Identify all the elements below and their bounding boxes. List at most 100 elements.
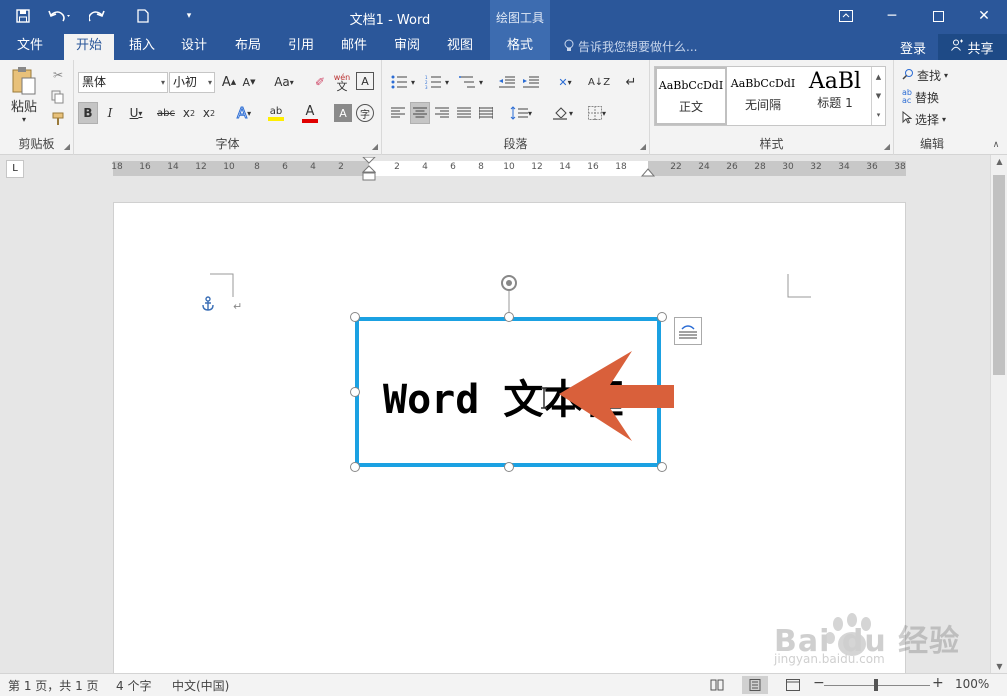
shading-icon[interactable]: ▾ — [548, 102, 578, 124]
shrink-font-icon[interactable]: A ▼ — [240, 72, 258, 92]
phonetic-guide-icon[interactable]: wén 文 — [332, 70, 352, 94]
maximize-icon[interactable] — [915, 0, 961, 32]
rotate-handle-icon[interactable] — [501, 275, 517, 291]
new-document-icon[interactable] — [128, 4, 158, 28]
tab-mailings[interactable]: 邮件 — [330, 34, 378, 60]
change-case-icon[interactable]: Aa ▾ — [268, 72, 300, 92]
text-box[interactable]: Word 文本框 — [355, 317, 661, 467]
page-count[interactable]: 第 1 页，共 1 页 — [8, 677, 99, 694]
justify-icon[interactable] — [454, 102, 474, 124]
sign-in-link[interactable]: 登录 — [900, 38, 926, 57]
tab-review[interactable]: 审阅 — [383, 34, 431, 60]
redo-icon[interactable] — [82, 4, 112, 28]
find-button[interactable]: 查找 ▾ — [902, 65, 964, 85]
borders-icon[interactable]: ▾ — [582, 102, 612, 124]
font-size-select[interactable]: 小初 ▾ — [169, 72, 215, 93]
tell-me-box[interactable]: 告诉我您想要做什么... — [564, 38, 697, 55]
select-button[interactable]: 选择 ▾ — [902, 109, 964, 129]
format-painter-icon[interactable] — [48, 109, 68, 129]
font-color-icon[interactable]: A — [296, 102, 324, 124]
ribbon-display-options-icon[interactable] — [823, 0, 869, 32]
tab-layout[interactable]: 布局 — [224, 34, 272, 60]
style-normal[interactable]: AaBbCcDdI 正文 — [655, 67, 727, 125]
close-icon[interactable]: ✕ — [961, 0, 1007, 32]
underline-button[interactable]: U ▾ — [122, 102, 150, 124]
style-heading-1[interactable]: AaBl 标题 1 — [799, 67, 871, 125]
collapse-ribbon-icon[interactable]: ∧ — [988, 138, 1004, 152]
align-left-icon[interactable] — [388, 102, 408, 124]
customize-qat-icon[interactable]: ▾ — [174, 4, 204, 28]
tab-format[interactable]: 格式 — [490, 34, 550, 60]
chevron-up-icon[interactable]: ▲ — [991, 157, 1007, 166]
tab-design[interactable]: 设计 — [170, 34, 218, 60]
bullets-icon[interactable]: ▾ — [388, 72, 418, 92]
chevron-down-icon[interactable]: ▼ — [991, 662, 1007, 671]
strikethrough-icon[interactable]: abc — [154, 102, 178, 124]
vertical-scrollbar[interactable]: ▲ ▼ — [990, 155, 1007, 673]
more-styles-icon[interactable]: ▾ — [877, 111, 881, 119]
text-effects-icon[interactable]: A ▾ — [230, 102, 258, 124]
paste-button[interactable]: 粘贴 ▾ — [6, 66, 42, 124]
zoom-in-button[interactable]: + — [932, 675, 944, 691]
tab-insert[interactable]: 插入 — [118, 34, 166, 60]
paste-label: 粘贴 — [10, 100, 37, 115]
chevron-down-icon[interactable]: ▼ — [876, 92, 881, 100]
read-mode-icon[interactable] — [704, 676, 730, 694]
dialog-launcher-icon[interactable]: ◢ — [640, 142, 646, 151]
language-indicator[interactable]: 中文(中国) — [172, 677, 229, 694]
tab-home[interactable]: 开始 — [64, 34, 114, 60]
enclose-characters-icon[interactable]: 字 — [356, 104, 374, 122]
right-indent-marker-icon[interactable] — [641, 168, 655, 178]
character-shading-icon[interactable]: A — [334, 104, 352, 122]
superscript-icon[interactable]: x2 — [200, 102, 218, 124]
cut-icon[interactable]: ✂ — [48, 65, 68, 85]
save-icon[interactable] — [8, 4, 38, 28]
zoom-out-button[interactable]: − — [813, 675, 825, 691]
show-paragraph-marks-icon[interactable]: ↵ — [620, 72, 642, 92]
distributed-icon[interactable] — [476, 102, 496, 124]
bold-button[interactable]: B — [78, 102, 98, 124]
multilevel-list-icon[interactable]: ▾ — [456, 72, 486, 92]
indent-marker-icon[interactable] — [362, 157, 376, 181]
scrollbar-thumb[interactable] — [993, 175, 1005, 375]
numbering-icon[interactable]: 1 2 3 ▾ — [422, 72, 452, 92]
share-button[interactable]: 共享 — [938, 34, 1007, 60]
document-page[interactable]: ↵ Word 文本框 — [113, 202, 906, 673]
web-layout-icon[interactable] — [780, 676, 806, 694]
minimize-icon[interactable]: ─ — [869, 0, 915, 32]
dialog-launcher-icon[interactable]: ◢ — [372, 142, 378, 151]
horizontal-ruler[interactable]: 18 16 14 12 10 8 6 4 2 2 4 6 8 10 12 14 16 18 22 24 26 28 30 32… — [111, 157, 906, 181]
print-layout-icon[interactable] — [742, 676, 768, 694]
copy-icon[interactable] — [48, 87, 68, 107]
font-name-select[interactable]: 黑体 ▾ — [78, 72, 168, 93]
chinese-layout-icon[interactable]: ✕ ▾ — [550, 72, 580, 92]
tab-selector[interactable]: L — [6, 160, 24, 178]
text-box-content[interactable]: Word 文本框 — [383, 367, 623, 425]
highlight-color-icon[interactable]: ab — [262, 102, 290, 124]
clear-formatting-icon[interactable]: ✐ — [310, 72, 330, 92]
dialog-launcher-icon[interactable]: ◢ — [64, 142, 70, 151]
undo-icon[interactable] — [42, 4, 78, 28]
tab-view[interactable]: 视图 — [436, 34, 484, 60]
align-center-icon[interactable] — [410, 102, 430, 124]
zoom-level[interactable]: 100% — [955, 677, 989, 691]
chevron-up-icon[interactable]: ▲ — [876, 73, 881, 81]
ribbon: 粘贴 ▾ ✂ 剪贴板 ◢ 黑体 ▾ 小初 ▾ A ▲ A ▼ Aa ▾ ✐ wén 文 A … — [0, 60, 1007, 155]
grow-font-icon[interactable]: A ▲ — [220, 72, 238, 92]
tab-references[interactable]: 引用 — [277, 34, 325, 60]
style-no-spacing[interactable]: AaBbCcDdI 无间隔 — [727, 67, 799, 125]
align-right-icon[interactable] — [432, 102, 452, 124]
subscript-icon[interactable]: x2 — [180, 102, 198, 124]
sort-icon[interactable]: A↓Z — [588, 72, 610, 92]
dialog-launcher-icon[interactable]: ◢ — [884, 142, 890, 151]
replace-button[interactable]: ab ac 替换 — [902, 87, 964, 107]
tab-file[interactable]: 文件 — [6, 34, 54, 60]
layout-options-button[interactable] — [674, 317, 702, 345]
character-border-icon[interactable]: A — [356, 72, 374, 90]
increase-indent-icon[interactable] — [520, 72, 542, 92]
italic-button[interactable]: I — [100, 102, 120, 124]
decrease-indent-icon[interactable] — [496, 72, 518, 92]
line-spacing-icon[interactable]: ▾ — [506, 102, 536, 124]
zoom-slider-thumb[interactable] — [874, 679, 878, 691]
word-count[interactable]: 4 个字 — [116, 677, 151, 694]
